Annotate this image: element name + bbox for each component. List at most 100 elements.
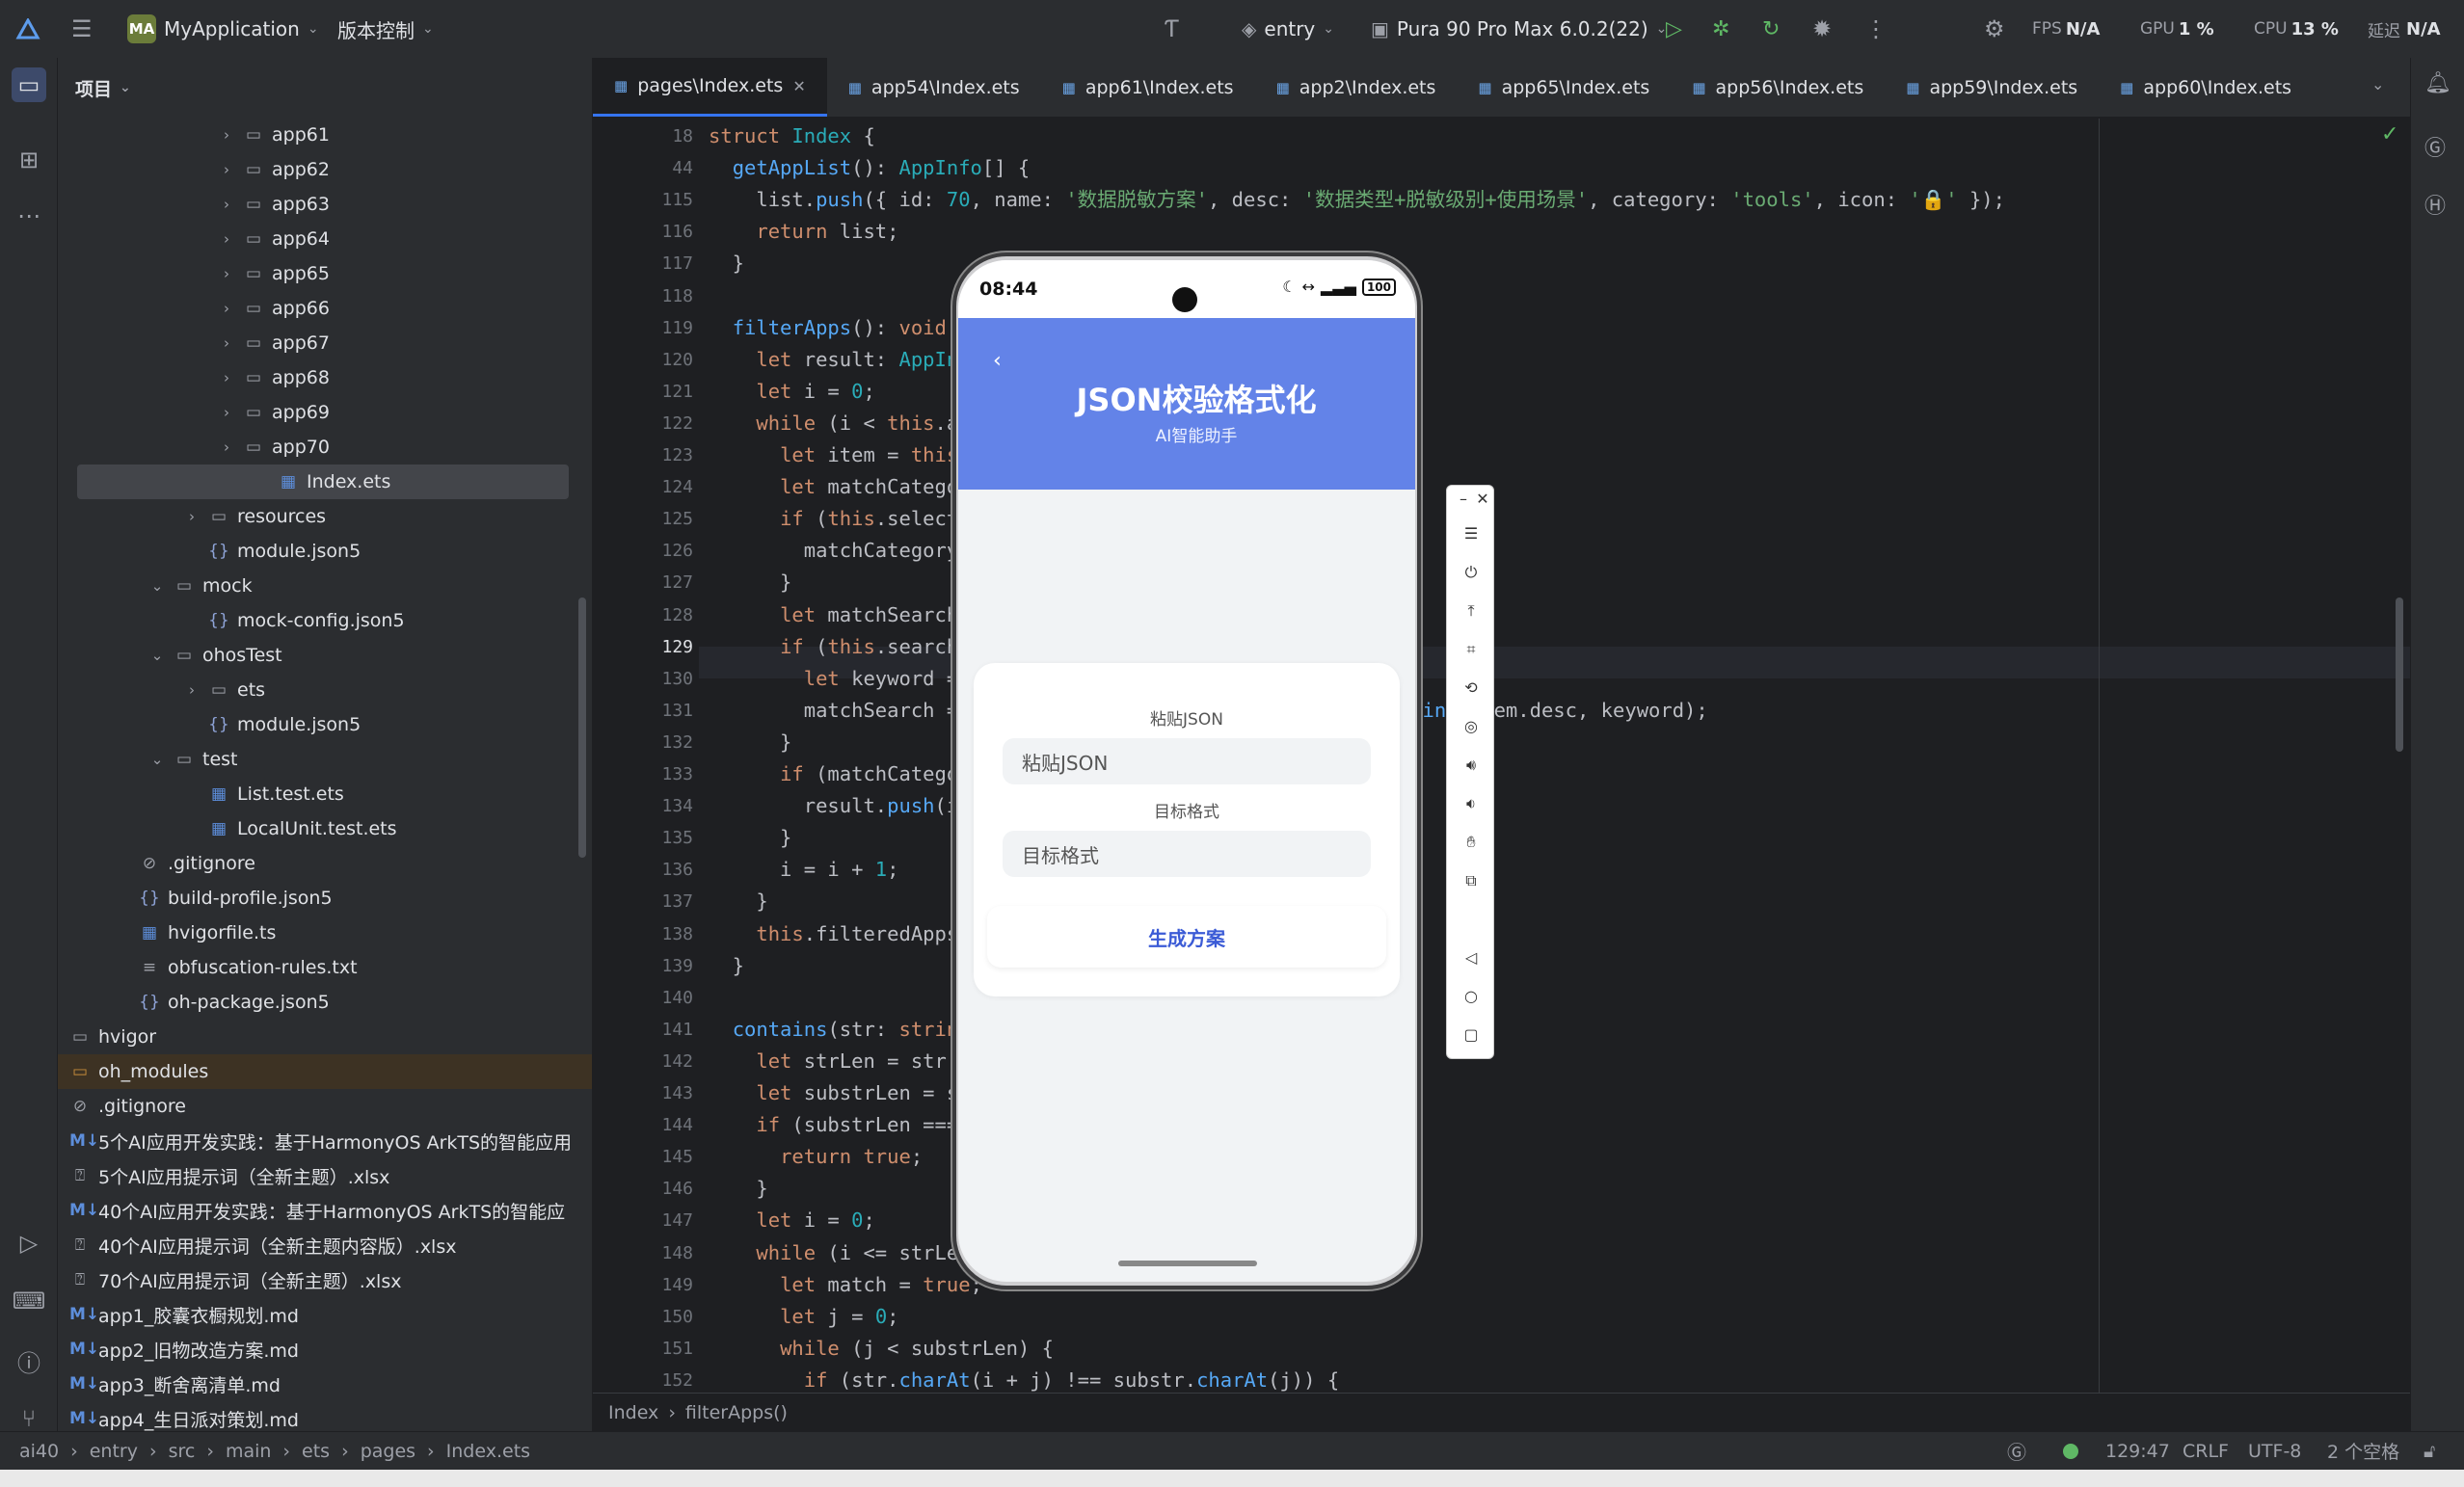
tree-item[interactable]: › ▭ app63 [58,187,592,222]
more-icon[interactable]: ⋮ [1864,0,1888,58]
json-input[interactable]: 粘贴JSON [1003,738,1371,784]
terminal-icon[interactable]: ⌨ [12,1284,46,1318]
tree-item[interactable]: M↓ app1_胶囊衣橱规划.md [58,1297,592,1332]
chevron-right-icon[interactable]: › [181,681,202,699]
tree-item[interactable]: M↓ 40个AI应用开发实践：基于HarmonyOS ArkTS的智能应 [58,1193,592,1228]
format-input[interactable]: 目标格式 [1003,831,1371,877]
close-tab-icon[interactable]: ✕ [792,77,805,95]
tree-item[interactable]: {} module.json5 [58,534,592,569]
tree-item[interactable]: › ▭ app61 [58,118,592,152]
chevron-right-icon[interactable]: › [216,265,237,282]
tree-scrollbar[interactable] [578,597,586,858]
settings-gear-icon[interactable]: ⚙ [1984,0,2005,58]
code-line[interactable]: } [709,1173,767,1205]
code-line[interactable]: list.push({ id: 70, name: '数据脱敏方案', desc… [709,184,2005,216]
cursor-position[interactable]: 129:47 [2105,1441,2170,1462]
code-editor[interactable]: 18 44 115 116 117 118 119 120 121 122 123 124 125 126… [593,119,2410,1393]
text-tool-icon[interactable]: Ƭ [1165,0,1179,58]
tree-item[interactable]: › ▭ app64 [58,222,592,256]
structure-icon[interactable]: ⊞ [12,143,46,177]
path-segment[interactable]: main [226,1441,271,1462]
chevron-right-icon[interactable]: › [58,1028,64,1046]
nav-home-icon[interactable]: ○ [1447,987,1495,1005]
reload-icon[interactable]: ↻ [1762,0,1780,58]
code-line[interactable]: if (substrLen === [709,1109,958,1141]
code-line[interactable]: let strLen = str. [709,1046,958,1077]
tree-item[interactable]: {} oh-package.json5 [58,985,592,1020]
run-config-selector[interactable]: ◈ entry ⌄ [1242,0,1334,58]
tree-item[interactable]: › ▭ app68 [58,360,592,395]
volume-up-icon[interactable]: 🔊︎ [1447,756,1495,775]
chevron-right-icon[interactable]: › [216,126,237,144]
tree-item[interactable]: › ▭ app66 [58,291,592,326]
chevron-right-icon[interactable]: › [58,1063,64,1080]
readonly-lock-icon[interactable]: 🔓︎ [2424,1441,2435,1462]
code-line[interactable]: } [709,567,791,598]
code-line[interactable]: i = i + 1; [709,854,898,886]
connection-status-dot[interactable] [2063,1443,2078,1459]
project-switcher[interactable]: MA MyApplication ⌄ [127,0,319,58]
more-tools-icon[interactable]: ⋯ [12,199,46,233]
tree-item[interactable]: ⌄ ▭ ohosTest [58,638,592,673]
code-line[interactable]: let substrLen = s [709,1077,958,1109]
code-line[interactable]: let i = 0; [709,1205,874,1236]
shake-icon[interactable]: ✋︎ [1447,833,1495,852]
code-line[interactable]: return true; [709,1141,923,1173]
chevron-down-icon[interactable]: ⌄ [147,647,168,664]
chevron-right-icon[interactable]: › [216,438,237,456]
chevron-right-icon[interactable]: › [216,404,237,421]
tree-item[interactable]: {} mock-config.json5 [58,603,592,638]
power-icon[interactable]: ⏻ [1447,563,1495,582]
code-line[interactable]: if (matchCatego [709,758,958,790]
editor-tab[interactable]: ▦ pages\Index.ets ✕ [593,58,827,117]
editor-tab[interactable]: ▦ app59\Index.ets [1885,58,2099,117]
chevron-right-icon[interactable]: › [216,196,237,213]
codegenie-status-icon[interactable]: Ⓖ [2007,1437,2026,1465]
tree-item[interactable]: M↓ app4_生日派对策划.md [58,1401,592,1431]
code-line[interactable]: filterApps(): void [709,312,947,344]
tree-item[interactable]: ≡ obfuscation-rules.txt [58,950,592,985]
device-selector[interactable]: ▣ Pura 90 Pro Max 6.0.2(22) ⌄ [1371,0,1667,58]
chevron-right-icon[interactable]: › [216,300,237,317]
code-line[interactable]: return list; [709,216,898,248]
code-line[interactable]: } [709,950,744,982]
tree-item[interactable]: › ▭ resources [58,499,592,534]
breadcrumb-method[interactable]: filterApps() [685,1402,788,1423]
code-line[interactable]: if (str.charAt(i + j) !== substr.charAt(… [709,1365,1339,1393]
tree-item[interactable]: › ▭ app70 [58,430,592,465]
tree-item[interactable]: › ▭ app69 [58,395,592,430]
code-line[interactable]: getAppList(): AppInfo[] { [709,152,1031,184]
code-line[interactable]: } [709,727,791,758]
code-line[interactable]: let item = this [709,439,958,471]
chevron-right-icon[interactable]: › [216,334,237,352]
tree-item[interactable]: M↓ app2_旧物改造方案.md [58,1332,592,1367]
close-icon[interactable]: ✕ [1459,490,1507,508]
tree-item[interactable]: {} build-profile.json5 [58,881,592,916]
menu-icon[interactable]: ☰ [1447,524,1495,543]
editor-scrollbar[interactable] [2396,597,2403,752]
record-icon[interactable]: ◎ [1447,717,1495,735]
chevron-right-icon[interactable]: › [216,230,237,248]
chevron-right-icon[interactable]: › [216,369,237,386]
run-icon[interactable]: ▷ [1666,0,1682,58]
tree-item[interactable]: ▦ hvigorfile.ts [58,916,592,950]
back-arrow-icon[interactable]: ‹ [993,349,1002,373]
code-line[interactable]: } [709,248,744,279]
tree-item[interactable]: ▦ LocalUnit.test.ets [58,811,592,846]
home-indicator[interactable] [1118,1261,1257,1266]
code-line[interactable]: while (i < this.a [709,408,958,439]
debug-icon[interactable]: ✲ [1712,0,1729,58]
nav-back-icon[interactable]: ◁ [1447,948,1495,967]
tabs-overflow-chevron-icon[interactable]: ⌄ [2371,75,2384,93]
screenshot-icon[interactable]: ⧉ [1447,871,1495,890]
breadcrumb-struct[interactable]: Index [608,1402,658,1423]
upload-icon[interactable]: ⤒ [1447,601,1495,621]
tree-item[interactable]: M↓ app3_断舍离清单.md [58,1367,592,1401]
profiler-icon[interactable]: ✹ [1812,0,1832,58]
tree-item[interactable]: ⌄ ▭ test [58,742,592,777]
tree-item[interactable]: ⍰ 70个AI应用提示词（全新主题）.xlsx [58,1262,592,1297]
code-line[interactable]: } [709,886,767,917]
tree-item[interactable]: M↓ 5个AI应用开发实践：基于HarmonyOS ArkTS的智能应用 [58,1124,592,1158]
editor-tab[interactable]: ▦ app65\Index.ets [1457,58,1671,117]
tree-item[interactable]: ⍰ 40个AI应用提示词（全新主题内容版）.xlsx [58,1228,592,1262]
